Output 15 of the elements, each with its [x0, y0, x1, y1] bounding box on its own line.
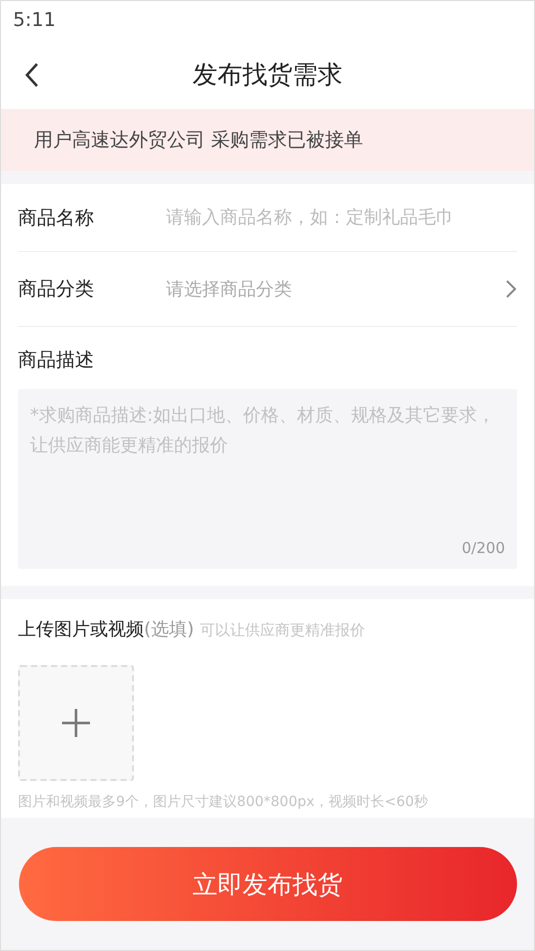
- plus-icon: [61, 708, 91, 738]
- field-label: 商品分类: [18, 277, 95, 302]
- category-select[interactable]: 请选择商品分类: [166, 272, 517, 306]
- status-time: 5:11: [13, 9, 56, 31]
- field-label: 商品描述: [18, 348, 95, 373]
- char-counter: 0/200: [462, 539, 505, 557]
- field-label: 商品名称: [18, 206, 95, 230]
- page-title: 发布找货需求: [192, 58, 342, 90]
- submit-button[interactable]: 立即发布找货: [18, 847, 516, 921]
- upload-title: 上传图片或视频(选填): [18, 618, 194, 641]
- input-field[interactable]: 请输入商品名称，如：定制礼品毛巾: [166, 202, 517, 232]
- upload-hint: 可以让供应商更精准报价: [200, 621, 366, 640]
- notice-banner: 用户高速达外贸公司 采购需求已被接单: [1, 109, 534, 171]
- chevron-right-icon: [505, 279, 517, 299]
- upload-note: 图片和视频最多9个，图片尺寸建议800*800px，视频时长<60秒: [18, 793, 430, 811]
